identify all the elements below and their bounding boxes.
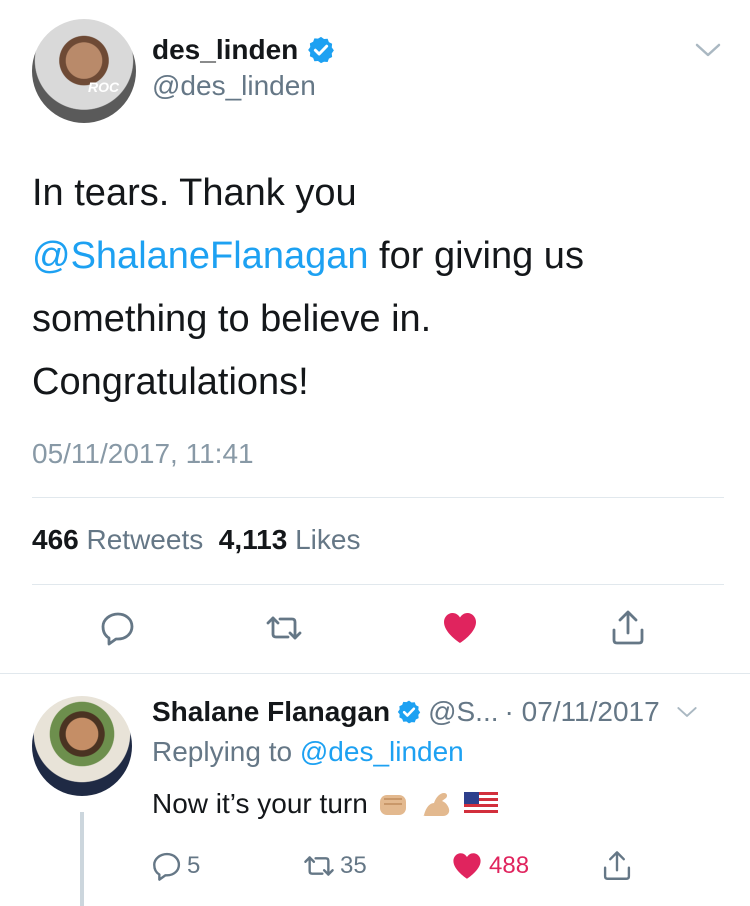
reply-author-avatar[interactable] [32, 696, 132, 796]
flexed-bicep-emoji-icon [423, 793, 449, 816]
avatar-logo-text: ROC [88, 79, 120, 95]
reply-date: · 07/11/2017 [504, 696, 660, 727]
divider [32, 584, 724, 585]
retweet-icon[interactable] [302, 849, 336, 883]
tweet-text-part1: In tears. Thank you [32, 172, 357, 214]
likes-label[interactable]: Likes [295, 524, 360, 555]
reply-icon[interactable] [98, 608, 138, 648]
reply-count: 5 [187, 852, 201, 879]
author-name[interactable]: des_linden [152, 34, 298, 66]
us-flag-emoji-icon [463, 792, 498, 816]
retweets-count[interactable]: 466 [32, 524, 79, 555]
author-name-row[interactable]: des_linden [152, 34, 336, 66]
retweet-count: 35 [340, 852, 367, 879]
reply-icon[interactable] [150, 849, 184, 883]
tweet-text: In tears. Thank you @ShalaneFlanagan for… [32, 162, 712, 414]
chevron-down-icon[interactable] [694, 40, 722, 60]
replying-to-label: Replying to [152, 736, 293, 767]
fist-emoji-icon [379, 795, 406, 815]
reply-author-handle[interactable]: @S... [428, 696, 498, 728]
share-icon[interactable] [608, 608, 648, 648]
replying-to-mention[interactable]: @des_linden [300, 736, 464, 767]
verified-badge-icon [397, 700, 421, 724]
chevron-down-icon[interactable] [676, 704, 698, 720]
thread-line [80, 812, 84, 906]
like-icon-filled[interactable] [440, 608, 480, 648]
divider [32, 497, 724, 498]
reply-text-body: Now it’s your turn [152, 788, 368, 819]
like-count: 488 [489, 852, 530, 879]
like-icon-filled[interactable] [450, 849, 484, 883]
replying-to: Replying to @des_linden [152, 736, 464, 768]
share-icon[interactable] [600, 849, 634, 883]
author-avatar[interactable]: ROC [32, 19, 136, 123]
author-handle[interactable]: @des_linden [152, 70, 316, 102]
tweet-mention-link[interactable]: @ShalaneFlanagan [32, 235, 369, 277]
tweet-timestamp: 05/11/2017, 11:41 [32, 438, 254, 469]
reply-text: Now it’s your turn [152, 788, 498, 820]
tweet-stats: 466 Retweets 4,113 Likes [32, 524, 360, 556]
reply-author-name[interactable]: Shalane Flanagan [152, 696, 390, 728]
reply-header: Shalane Flanagan @S... · 07/11/2017 [152, 696, 698, 728]
likes-count[interactable]: 4,113 [219, 524, 288, 555]
retweet-icon[interactable] [264, 608, 304, 648]
verified-badge-icon [308, 36, 335, 64]
divider [0, 673, 750, 674]
retweets-label[interactable]: Retweets [87, 524, 204, 555]
